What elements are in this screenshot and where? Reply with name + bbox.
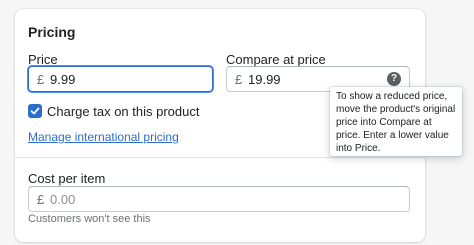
cost-per-item-currency-prefix: £ xyxy=(37,192,45,207)
price-currency-prefix: £ xyxy=(37,72,45,87)
price-value: 9.99 xyxy=(50,72,76,87)
compare-at-price-label: Compare at price xyxy=(226,52,326,67)
section-title: Pricing xyxy=(28,24,76,40)
manage-international-pricing-link[interactable]: Manage international pricing xyxy=(28,130,179,144)
checkmark-icon xyxy=(30,107,40,115)
charge-tax-checkbox[interactable] xyxy=(28,104,42,118)
compare-at-price-value: 19.99 xyxy=(248,72,281,87)
charge-tax-label[interactable]: Charge tax on this product xyxy=(47,104,199,119)
cost-per-item-label: Cost per item xyxy=(28,171,106,186)
section-divider xyxy=(15,157,425,158)
cost-per-item-placeholder: 0.00 xyxy=(50,192,76,207)
question-circle-icon[interactable]: ? xyxy=(387,72,401,86)
price-label: Price xyxy=(28,52,58,67)
cost-per-item-input[interactable]: £ 0.00 xyxy=(28,186,410,212)
compare-at-price-currency-prefix: £ xyxy=(235,72,243,87)
price-input[interactable]: £ 9.99 xyxy=(28,66,213,92)
cost-per-item-help-text: Customers won't see this xyxy=(28,213,151,225)
compare-at-price-tooltip: To show a reduced price, move the produc… xyxy=(330,87,462,156)
tooltip-text: To show a reduced price, move the produc… xyxy=(336,91,456,154)
